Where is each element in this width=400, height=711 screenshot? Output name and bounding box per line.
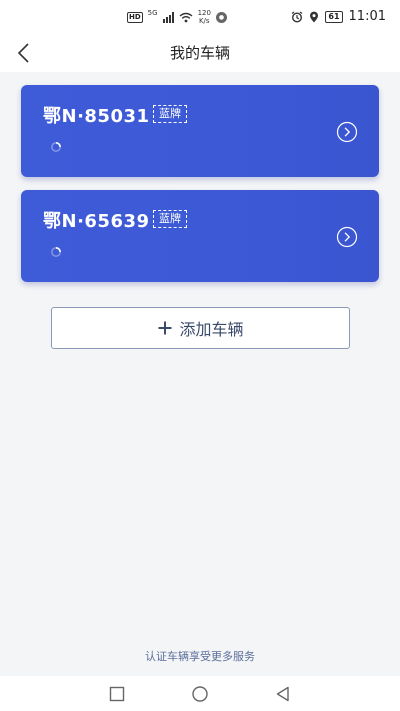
- plate-type-tag: 蓝牌: [153, 210, 187, 228]
- hd-icon: HD: [127, 11, 143, 23]
- status-bar: HD 5G 120 K/s ● 61 11:01: [0, 0, 400, 34]
- network-type: 5G: [147, 9, 158, 17]
- net-speed-unit: K/s: [198, 17, 210, 25]
- back-nav-button[interactable]: [274, 685, 292, 703]
- location-icon: [310, 11, 319, 22]
- vehicle-card[interactable]: 鄂N·65639 蓝牌: [21, 190, 379, 282]
- status-left: HD 5G 120 K/s ●: [127, 9, 227, 25]
- loading-icon: [51, 247, 61, 257]
- alarm-icon: [292, 11, 303, 23]
- status-time: 11:01: [348, 9, 386, 24]
- system-nav-bar: [0, 676, 400, 711]
- screen: HD 5G 120 K/s ● 61 11:01 我的车辆 鄂N·85031 蓝…: [0, 0, 400, 711]
- net-speed-value: 120: [197, 9, 211, 17]
- page-title: 我的车辆: [169, 44, 230, 62]
- status-right: 61 11:01: [291, 9, 386, 24]
- plate-type-tag: 蓝牌: [153, 105, 187, 123]
- chevron-right-circle-icon[interactable]: [336, 226, 358, 248]
- plus-icon: [158, 321, 172, 335]
- recent-apps-button[interactable]: [108, 685, 126, 703]
- chevron-right-circle-icon[interactable]: [336, 121, 358, 143]
- license-plate: 鄂N·85031: [43, 106, 150, 127]
- wifi-icon: [179, 12, 193, 22]
- net-speed: 120 K/s: [198, 9, 211, 25]
- certify-vehicle-link[interactable]: 认证车辆享受更多服务: [0, 648, 400, 664]
- battery-icon: 61: [325, 10, 343, 23]
- signal-icon: [162, 11, 174, 23]
- title-bar: 我的车辆: [0, 34, 400, 72]
- home-button[interactable]: [191, 685, 209, 703]
- license-plate: 鄂N·65639: [43, 211, 150, 232]
- add-vehicle-button[interactable]: 添加车辆: [51, 307, 350, 349]
- notification-icon: ●: [215, 11, 227, 23]
- loading-icon: [51, 142, 61, 152]
- vehicle-card[interactable]: 鄂N·85031 蓝牌: [21, 85, 379, 177]
- add-vehicle-label: 添加车辆: [179, 320, 244, 339]
